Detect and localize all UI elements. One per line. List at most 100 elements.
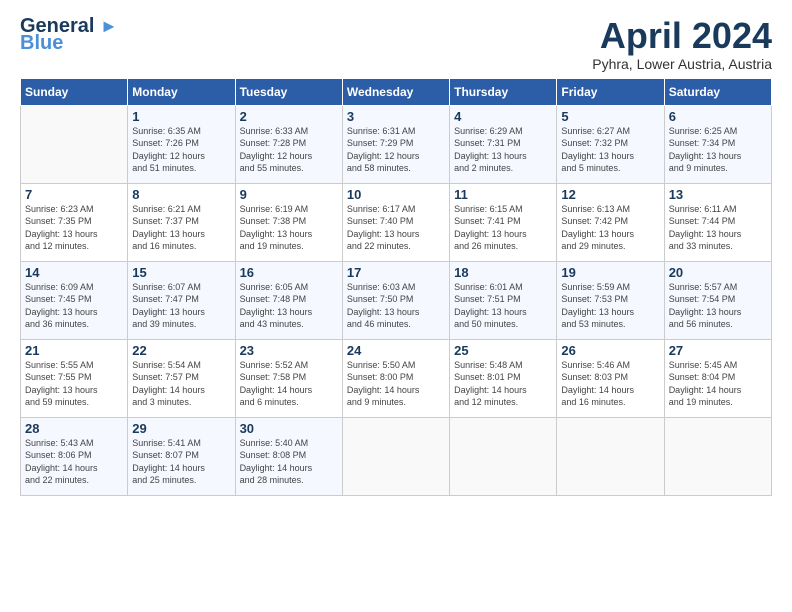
table-row: 2Sunrise: 6:33 AMSunset: 7:28 PMDaylight… [235,105,342,183]
table-row: 21Sunrise: 5:55 AMSunset: 7:55 PMDayligh… [21,339,128,417]
table-row: 22Sunrise: 5:54 AMSunset: 7:57 PMDayligh… [128,339,235,417]
calendar-table: Sunday Monday Tuesday Wednesday Thursday… [20,78,772,496]
day-info: Sunrise: 6:29 AMSunset: 7:31 PMDaylight:… [454,125,552,175]
main-container: General ► Blue April 2024 Pyhra, Lower A… [0,0,792,506]
day-number: 5 [561,109,659,124]
day-number: 10 [347,187,445,202]
day-info: Sunrise: 5:46 AMSunset: 8:03 PMDaylight:… [561,359,659,409]
table-row: 11Sunrise: 6:15 AMSunset: 7:41 PMDayligh… [450,183,557,261]
table-row: 28Sunrise: 5:43 AMSunset: 8:06 PMDayligh… [21,417,128,495]
week-row-3: 21Sunrise: 5:55 AMSunset: 7:55 PMDayligh… [21,339,772,417]
month-title: April 2024 [592,16,772,56]
table-row: 17Sunrise: 6:03 AMSunset: 7:50 PMDayligh… [342,261,449,339]
day-number: 17 [347,265,445,280]
header-row: Sunday Monday Tuesday Wednesday Thursday… [21,78,772,105]
day-number: 28 [25,421,123,436]
day-number: 8 [132,187,230,202]
day-number: 24 [347,343,445,358]
table-row: 10Sunrise: 6:17 AMSunset: 7:40 PMDayligh… [342,183,449,261]
day-info: Sunrise: 5:43 AMSunset: 8:06 PMDaylight:… [25,437,123,487]
table-row [21,105,128,183]
table-row: 19Sunrise: 5:59 AMSunset: 7:53 PMDayligh… [557,261,664,339]
day-info: Sunrise: 6:07 AMSunset: 7:47 PMDaylight:… [132,281,230,331]
table-row [450,417,557,495]
day-number: 23 [240,343,338,358]
day-number: 22 [132,343,230,358]
week-row-2: 14Sunrise: 6:09 AMSunset: 7:45 PMDayligh… [21,261,772,339]
day-number: 12 [561,187,659,202]
col-saturday: Saturday [664,78,771,105]
day-number: 6 [669,109,767,124]
day-info: Sunrise: 5:59 AMSunset: 7:53 PMDaylight:… [561,281,659,331]
day-info: Sunrise: 6:31 AMSunset: 7:29 PMDaylight:… [347,125,445,175]
table-row: 24Sunrise: 5:50 AMSunset: 8:00 PMDayligh… [342,339,449,417]
day-number: 4 [454,109,552,124]
table-row: 23Sunrise: 5:52 AMSunset: 7:58 PMDayligh… [235,339,342,417]
week-row-0: 1Sunrise: 6:35 AMSunset: 7:26 PMDaylight… [21,105,772,183]
table-row: 18Sunrise: 6:01 AMSunset: 7:51 PMDayligh… [450,261,557,339]
logo: General ► Blue [20,16,118,55]
col-tuesday: Tuesday [235,78,342,105]
day-info: Sunrise: 6:09 AMSunset: 7:45 PMDaylight:… [25,281,123,331]
day-number: 27 [669,343,767,358]
table-row [342,417,449,495]
day-info: Sunrise: 6:33 AMSunset: 7:28 PMDaylight:… [240,125,338,175]
day-info: Sunrise: 6:03 AMSunset: 7:50 PMDaylight:… [347,281,445,331]
table-row: 30Sunrise: 5:40 AMSunset: 8:08 PMDayligh… [235,417,342,495]
day-number: 16 [240,265,338,280]
day-info: Sunrise: 6:13 AMSunset: 7:42 PMDaylight:… [561,203,659,253]
day-number: 14 [25,265,123,280]
day-info: Sunrise: 6:19 AMSunset: 7:38 PMDaylight:… [240,203,338,253]
day-info: Sunrise: 5:41 AMSunset: 8:07 PMDaylight:… [132,437,230,487]
table-row [664,417,771,495]
day-number: 30 [240,421,338,436]
day-info: Sunrise: 6:15 AMSunset: 7:41 PMDaylight:… [454,203,552,253]
day-info: Sunrise: 5:54 AMSunset: 7:57 PMDaylight:… [132,359,230,409]
day-number: 9 [240,187,338,202]
table-row: 16Sunrise: 6:05 AMSunset: 7:48 PMDayligh… [235,261,342,339]
day-info: Sunrise: 5:50 AMSunset: 8:00 PMDaylight:… [347,359,445,409]
table-row [557,417,664,495]
table-row: 20Sunrise: 5:57 AMSunset: 7:54 PMDayligh… [664,261,771,339]
day-info: Sunrise: 6:05 AMSunset: 7:48 PMDaylight:… [240,281,338,331]
day-info: Sunrise: 5:45 AMSunset: 8:04 PMDaylight:… [669,359,767,409]
col-friday: Friday [557,78,664,105]
table-row: 1Sunrise: 6:35 AMSunset: 7:26 PMDaylight… [128,105,235,183]
day-info: Sunrise: 5:48 AMSunset: 8:01 PMDaylight:… [454,359,552,409]
week-row-1: 7Sunrise: 6:23 AMSunset: 7:35 PMDaylight… [21,183,772,261]
day-info: Sunrise: 5:52 AMSunset: 7:58 PMDaylight:… [240,359,338,409]
table-row: 5Sunrise: 6:27 AMSunset: 7:32 PMDaylight… [557,105,664,183]
day-number: 21 [25,343,123,358]
day-number: 20 [669,265,767,280]
day-info: Sunrise: 6:17 AMSunset: 7:40 PMDaylight:… [347,203,445,253]
day-number: 25 [454,343,552,358]
day-info: Sunrise: 6:01 AMSunset: 7:51 PMDaylight:… [454,281,552,331]
table-row: 3Sunrise: 6:31 AMSunset: 7:29 PMDaylight… [342,105,449,183]
day-info: Sunrise: 6:25 AMSunset: 7:34 PMDaylight:… [669,125,767,175]
col-wednesday: Wednesday [342,78,449,105]
day-number: 26 [561,343,659,358]
day-number: 15 [132,265,230,280]
col-sunday: Sunday [21,78,128,105]
location-subtitle: Pyhra, Lower Austria, Austria [592,56,772,72]
day-info: Sunrise: 5:40 AMSunset: 8:08 PMDaylight:… [240,437,338,487]
day-info: Sunrise: 6:11 AMSunset: 7:44 PMDaylight:… [669,203,767,253]
day-info: Sunrise: 6:35 AMSunset: 7:26 PMDaylight:… [132,125,230,175]
day-info: Sunrise: 5:57 AMSunset: 7:54 PMDaylight:… [669,281,767,331]
day-number: 13 [669,187,767,202]
table-row: 13Sunrise: 6:11 AMSunset: 7:44 PMDayligh… [664,183,771,261]
table-row: 7Sunrise: 6:23 AMSunset: 7:35 PMDaylight… [21,183,128,261]
table-row: 6Sunrise: 6:25 AMSunset: 7:34 PMDaylight… [664,105,771,183]
logo-bird-icon: ► [100,16,118,36]
col-thursday: Thursday [450,78,557,105]
day-number: 3 [347,109,445,124]
table-row: 4Sunrise: 6:29 AMSunset: 7:31 PMDaylight… [450,105,557,183]
day-info: Sunrise: 6:23 AMSunset: 7:35 PMDaylight:… [25,203,123,253]
table-row: 27Sunrise: 5:45 AMSunset: 8:04 PMDayligh… [664,339,771,417]
day-number: 11 [454,187,552,202]
table-row: 12Sunrise: 6:13 AMSunset: 7:42 PMDayligh… [557,183,664,261]
day-number: 18 [454,265,552,280]
table-row: 8Sunrise: 6:21 AMSunset: 7:37 PMDaylight… [128,183,235,261]
table-row: 14Sunrise: 6:09 AMSunset: 7:45 PMDayligh… [21,261,128,339]
header: General ► Blue April 2024 Pyhra, Lower A… [20,16,772,72]
